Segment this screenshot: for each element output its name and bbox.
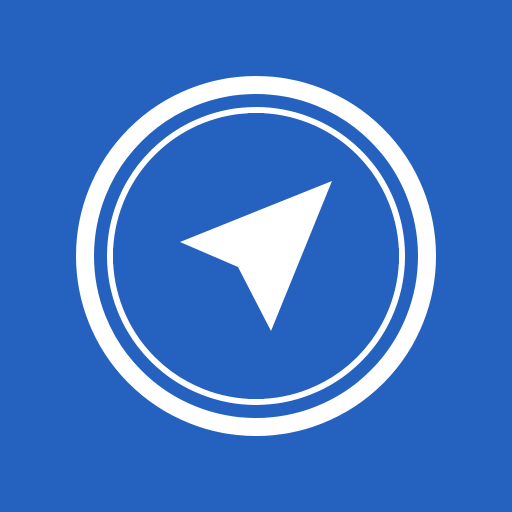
compass-icon xyxy=(0,0,512,512)
compass-app-icon xyxy=(0,0,512,512)
